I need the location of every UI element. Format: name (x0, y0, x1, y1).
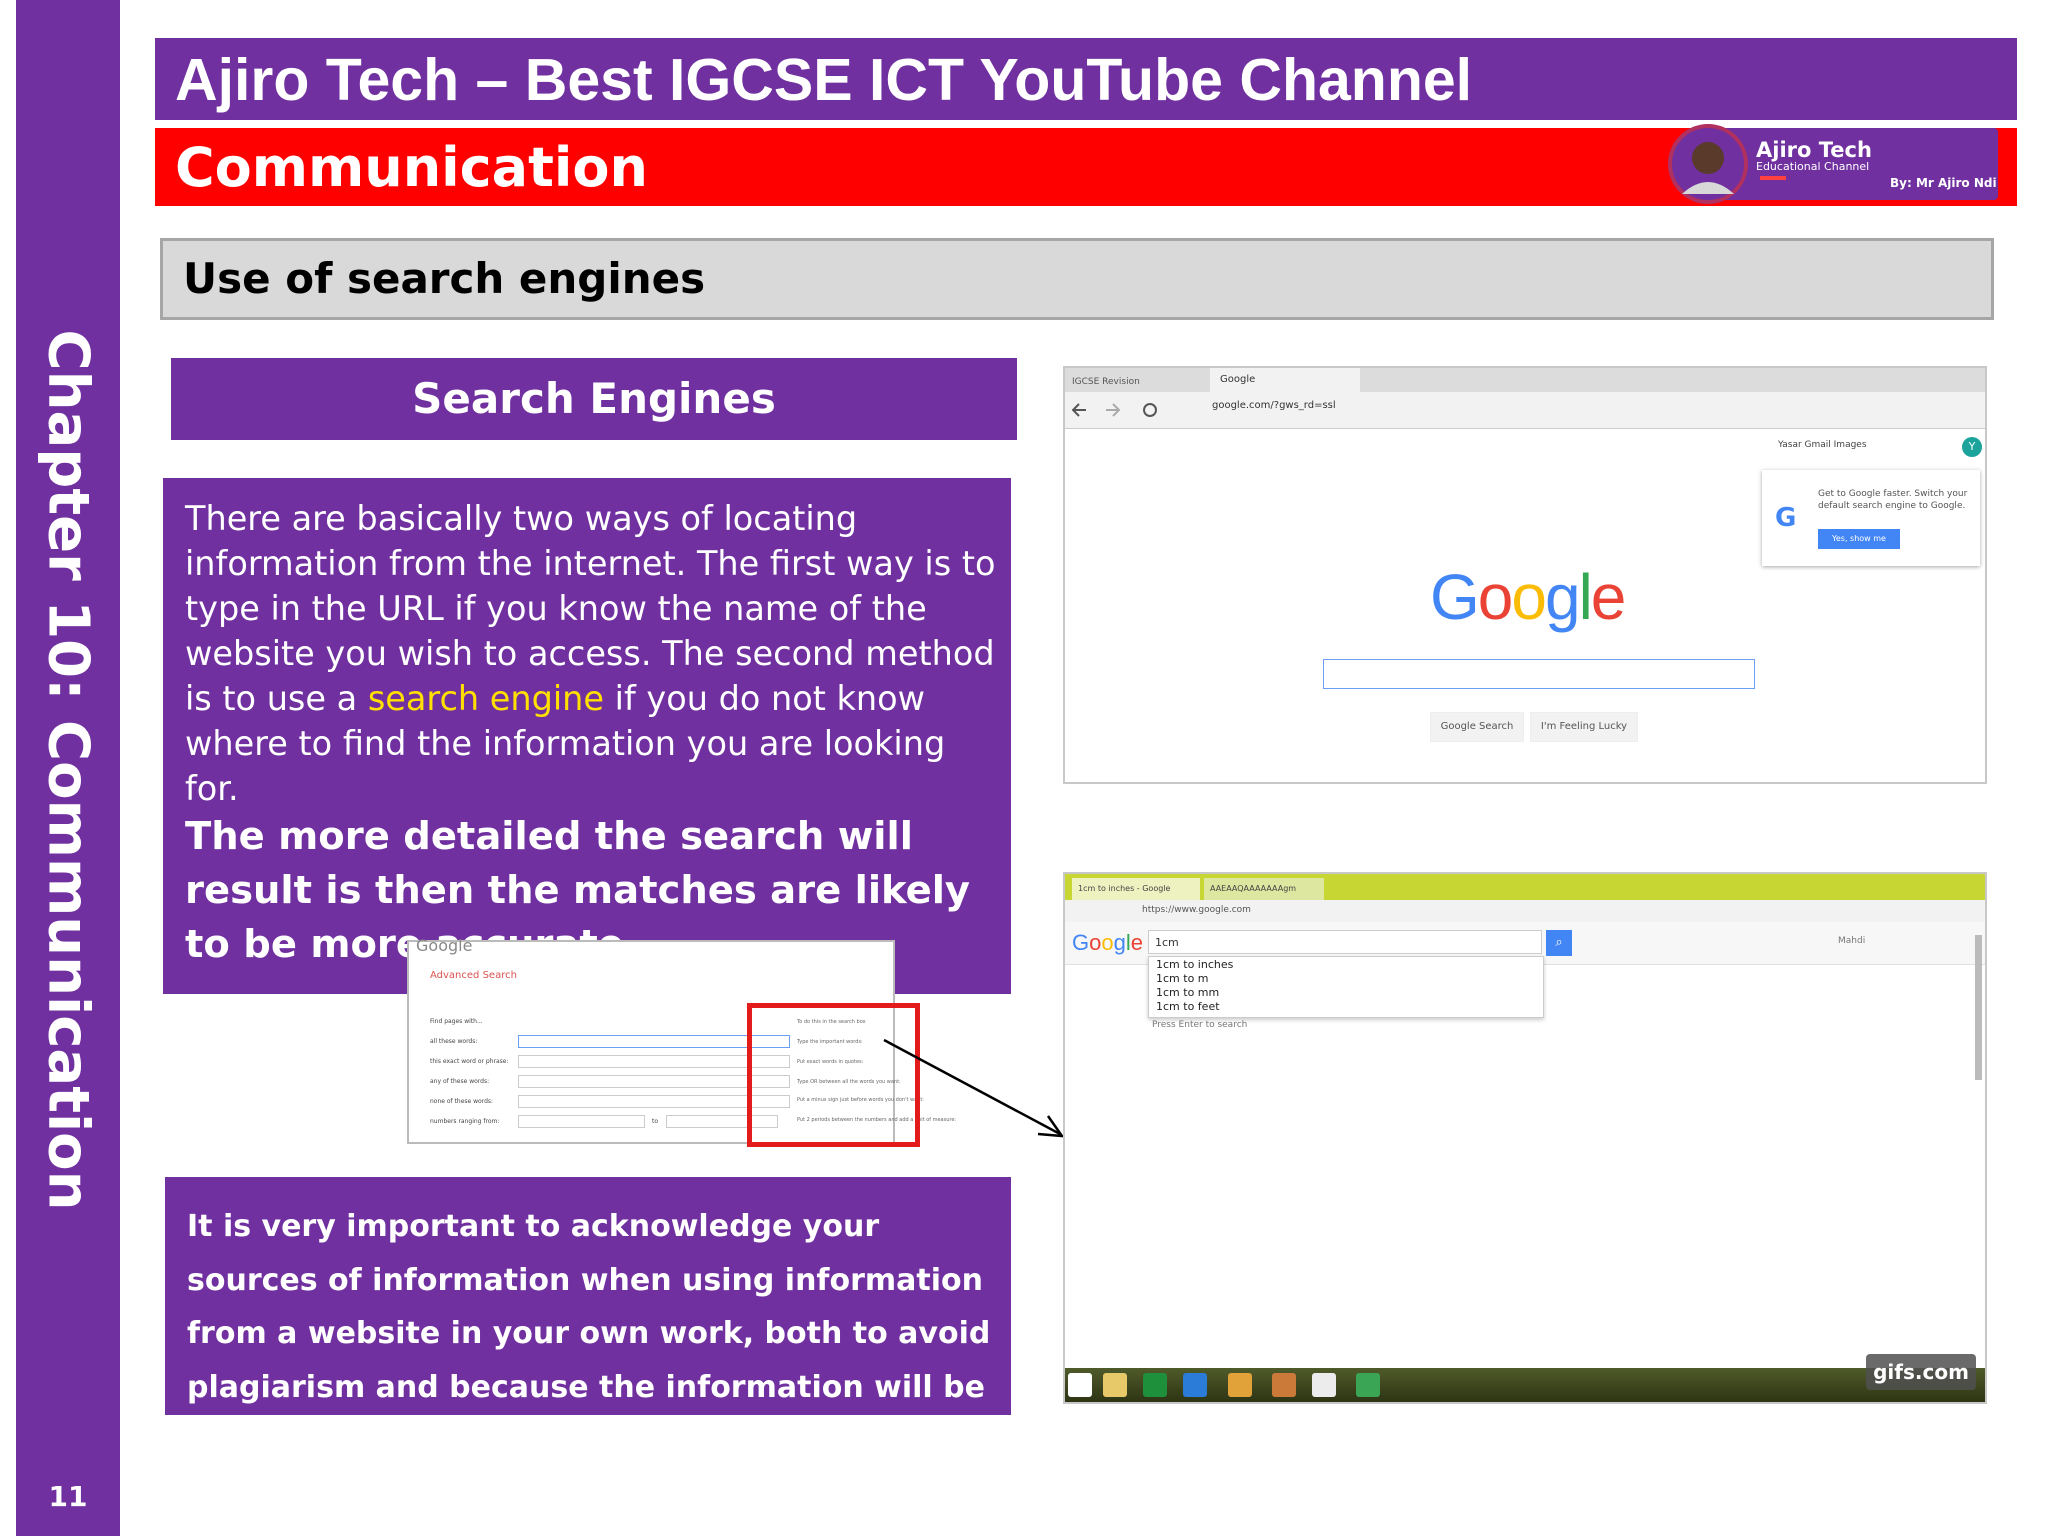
autocomplete-suggestion[interactable]: 1cm to m (1156, 972, 1209, 985)
account-avatar[interactable]: Y (1962, 437, 1982, 457)
advanced-search-title: Advanced Search (430, 970, 517, 981)
google-logo: Google (1430, 561, 1626, 633)
google-search-input[interactable]: 1cm (1148, 930, 1542, 954)
camtasia-recorder-icon[interactable] (1356, 1373, 1380, 1397)
section-heading: Use of search engines (183, 254, 706, 303)
intro-paragraph: There are basically two ways of locating… (185, 496, 1005, 811)
advanced-search-logo: Google (416, 936, 473, 955)
popup-text: Get to Google faster. Switch your defaul… (1818, 489, 1968, 511)
camtasia-icon[interactable] (1312, 1373, 1336, 1397)
search-hint: Press Enter to search (1152, 1020, 1248, 1030)
adv-field-label: any of these words: (430, 1078, 490, 1085)
page-number: 11 (48, 1480, 88, 1513)
feeling-lucky-button[interactable]: I'm Feeling Lucky (1530, 712, 1638, 742)
scrollbar[interactable] (1975, 935, 1982, 1080)
google-search-input[interactable] (1323, 659, 1755, 689)
autocomplete-suggestion[interactable]: 1cm to mm (1156, 986, 1219, 999)
browser-nav-bar (1065, 392, 1985, 429)
browser-tab-strip (1065, 368, 1985, 392)
folder-icon[interactable] (1103, 1373, 1127, 1397)
topic-title: Communication (175, 136, 648, 199)
yes-show-me-button[interactable]: Yes, show me (1818, 529, 1900, 549)
adv-field-label: none of these words: (430, 1098, 494, 1105)
app-icon[interactable] (1143, 1373, 1167, 1397)
slide-title: Ajiro Tech – Best IGCSE ICT YouTube Chan… (175, 47, 1473, 113)
copyright-paragraph: It is very important to acknowledge your… (187, 1209, 991, 1458)
browser-tab[interactable]: AAEAAQAAAAAAAgm (1204, 878, 1324, 900)
logo-subtitle: Educational Channel (1756, 160, 1870, 173)
advanced-search-section: Find pages with... (430, 1018, 483, 1025)
adv-field-label: this exact word or phrase: (430, 1058, 509, 1065)
google-top-links[interactable]: Yasar Gmail Images (1778, 440, 1867, 450)
google-g-icon: G (1775, 503, 1797, 533)
google-logo: Google (1072, 930, 1144, 955)
pointer-arrow (883, 1038, 1065, 1138)
address-bar[interactable]: google.com/?gws_rd=ssl (1212, 400, 1336, 411)
adv-range-from-input[interactable] (518, 1115, 645, 1128)
adv-field-label: all these words: (430, 1038, 478, 1045)
chapter-title: Chapter 10: Communication (16, 0, 120, 1536)
chapter-title-text: Chapter 10: Communication (35, 329, 101, 1211)
browser-tab[interactable]: IGCSE Revision (1072, 372, 1202, 392)
adv-range-to-label: to (652, 1118, 659, 1125)
media-icon[interactable] (1272, 1373, 1296, 1397)
browser-tab-active[interactable]: Google (1210, 368, 1360, 392)
chrome-icon[interactable] (1228, 1373, 1252, 1397)
google-search-button[interactable]: Google Search (1430, 712, 1524, 742)
watermark: gifs.com (1866, 1354, 1976, 1390)
search-engines-header: Search Engines (171, 358, 1017, 440)
ie-icon[interactable] (1183, 1373, 1207, 1397)
autocomplete-suggestion[interactable]: 1cm to feet (1156, 1000, 1220, 1013)
highlight-term: search engine (367, 679, 604, 718)
browser-tab-active[interactable]: 1cm to inches - Google (1072, 878, 1200, 900)
logo-author: By: Mr Ajiro Ndi (1890, 176, 1997, 190)
start-icon[interactable] (1068, 1373, 1092, 1397)
user-name[interactable]: Mahdi (1838, 936, 1865, 946)
search-icon[interactable]: ⌕ (1546, 930, 1572, 956)
logo-name: Ajiro Tech (1756, 138, 1872, 162)
nav-arrows-icon[interactable] (1072, 400, 1172, 420)
address-bar[interactable]: https://www.google.com (1142, 905, 1251, 915)
browser-tab-strip (1065, 874, 1985, 900)
adv-field-label: numbers ranging from: (430, 1118, 500, 1125)
autocomplete-suggestion[interactable]: 1cm to inches (1156, 958, 1233, 971)
